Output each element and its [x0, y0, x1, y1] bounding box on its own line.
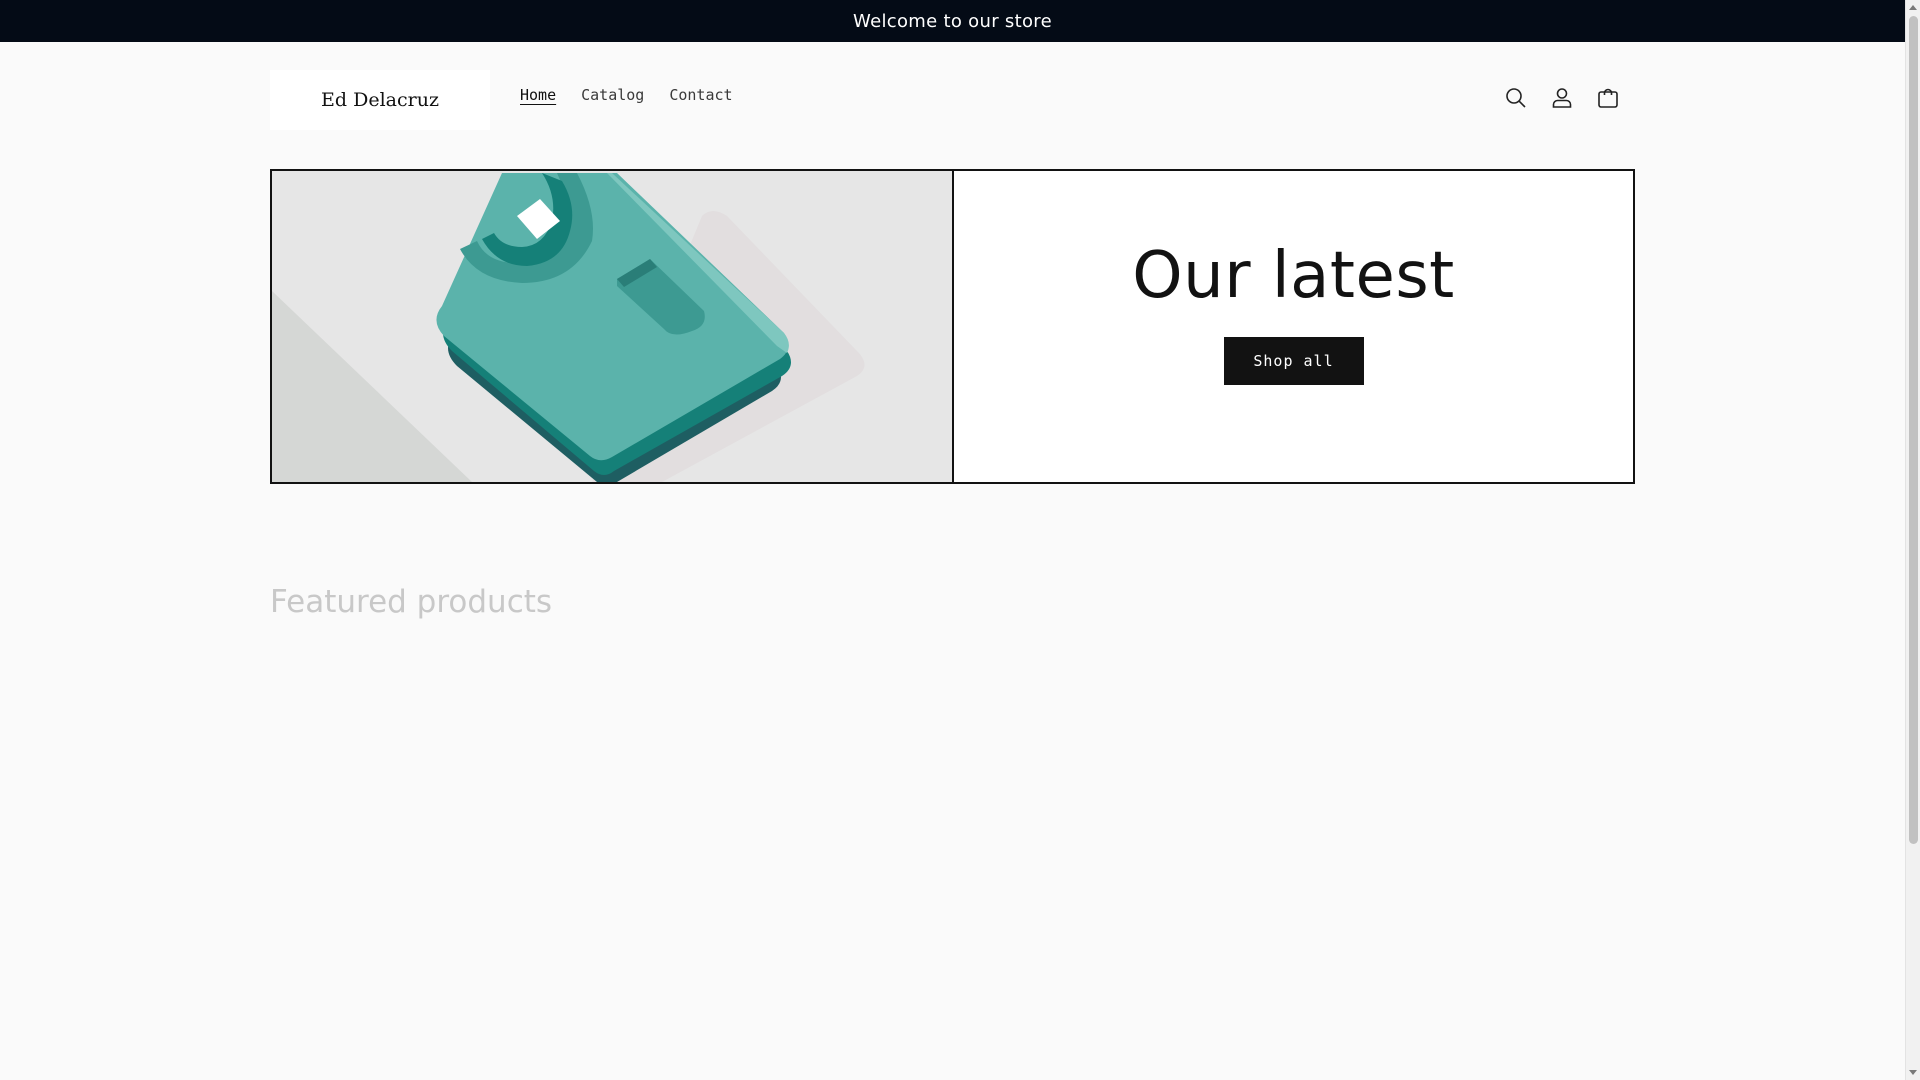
announcement-text: Welcome to our store: [853, 10, 1052, 32]
featured-products-heading: Featured products: [270, 584, 553, 620]
account-button[interactable]: [1546, 82, 1578, 114]
scroll-thumb[interactable]: [1909, 16, 1918, 844]
search-button[interactable]: [1500, 82, 1532, 114]
main-nav: Home Catalog Contact: [520, 86, 733, 104]
hero-banner: Our latest Shop all: [270, 169, 1635, 484]
account-icon: [1552, 88, 1572, 108]
search-icon: [1506, 88, 1526, 108]
nav-contact[interactable]: Contact: [669, 86, 732, 104]
hero-title: Our latest: [1132, 238, 1455, 313]
shop-all-button[interactable]: Shop all: [1223, 336, 1364, 385]
hero-image: [272, 171, 954, 482]
scroll-up-icon[interactable]: [1909, 5, 1917, 10]
folded-tshirt-illustration: [272, 171, 952, 482]
hero-content: Our latest Shop all: [954, 171, 1633, 482]
cart-icon: [1598, 88, 1618, 108]
site-header: Ed Delacruz Home Catalog Contact: [0, 42, 1905, 158]
store-logo[interactable]: Ed Delacruz: [270, 70, 490, 130]
nav-home[interactable]: Home: [520, 86, 556, 104]
cart-button[interactable]: [1592, 82, 1624, 114]
nav-catalog[interactable]: Catalog: [581, 86, 644, 104]
logo-text: Ed Delacruz: [321, 89, 439, 111]
header-icons: [1500, 82, 1624, 114]
page-scrollbar[interactable]: [1905, 0, 1920, 1080]
scroll-down-icon[interactable]: [1909, 1070, 1917, 1075]
announcement-bar: Welcome to our store: [0, 0, 1905, 42]
page: Welcome to our store Ed Delacruz Home Ca…: [0, 0, 1920, 1080]
